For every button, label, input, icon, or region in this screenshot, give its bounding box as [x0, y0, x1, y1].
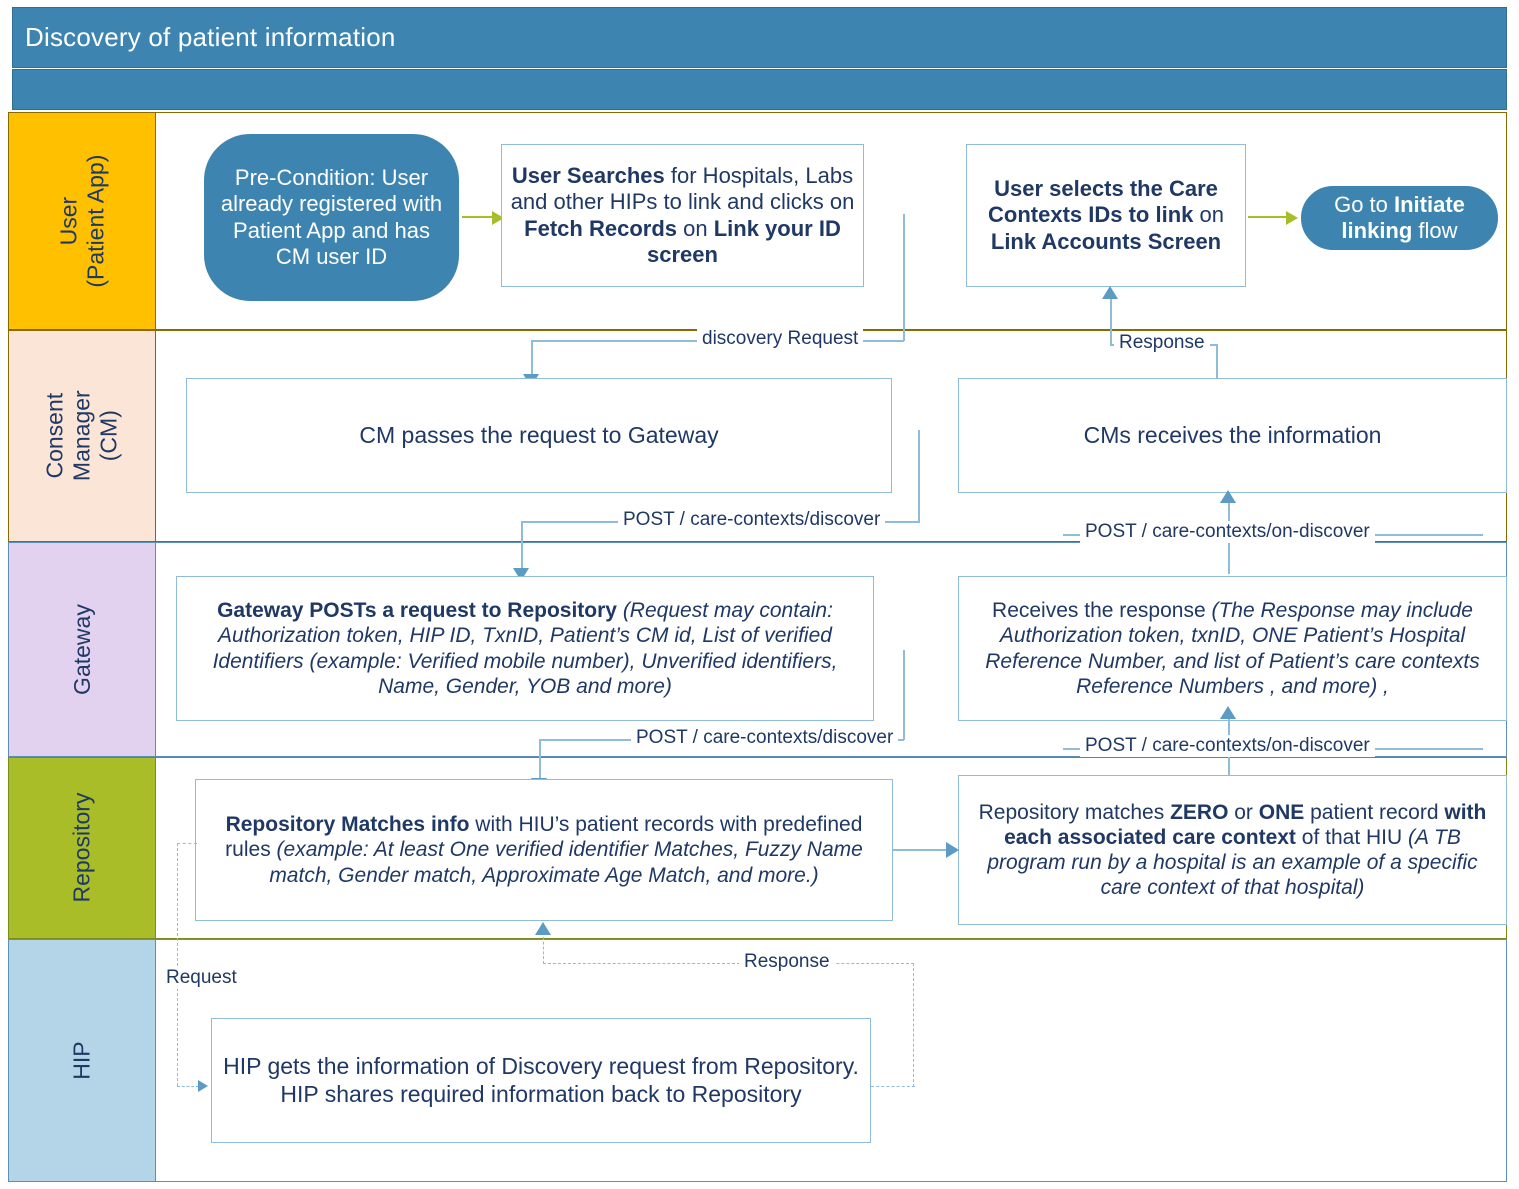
node-user-selects-bold1: User selects the Care Contexts IDs to li…: [988, 175, 1218, 228]
node-repo-matches-italic: (example: At least One verified identifi…: [269, 838, 863, 887]
connector-label-post-discover-gw: POST / care-contexts/discover: [631, 727, 899, 749]
node-gateway-posts-bold: Gateway POSTs a request to Repository: [217, 599, 617, 623]
arrowhead-response-top-icon: [1102, 286, 1118, 299]
node-user-searches: User Searches for Hospitals, Labs and ot…: [501, 144, 864, 287]
lane-label-gateway-text: Gateway: [68, 604, 95, 695]
node-goto-initiate-linking: Go to Initiate linking flow: [1301, 186, 1498, 250]
lane-label-cm: Consent Manager (CM): [8, 330, 156, 542]
connector-post-discover-cm-v2: [521, 521, 523, 574]
node-repo-matches-bold: Repository Matches info: [225, 813, 470, 837]
connector-response-top-v1: [1110, 295, 1112, 345]
connector-label-post-discover-cm: POST / care-contexts/discover: [618, 509, 886, 531]
swimlane-diagram: Discovery of patient information User (P…: [0, 0, 1519, 1189]
node-user-selects-bold2: Link Accounts Screen: [990, 228, 1222, 254]
connector-precondition-to-search: [462, 216, 494, 218]
diagram-subheader-bar: [12, 69, 1507, 110]
connector-label-post-on-discover-gw: POST / care-contexts/on-discover: [1080, 735, 1375, 757]
node-gateway-receives-text: Receives the response: [992, 599, 1206, 623]
arrowhead-post-on-discover-gw-icon: [1220, 706, 1236, 719]
node-hip-gets-information: HIP gets the information of Discovery re…: [211, 1018, 871, 1143]
lane-label-cm-text: Consent Manager (CM): [41, 390, 122, 482]
connector-selects-to-linking: [1248, 216, 1288, 218]
arrowhead-response-dashed-icon: [535, 922, 551, 935]
node-repo-zeroone-t1: Repository matches: [978, 800, 1171, 824]
node-user-selects-text1: on: [1193, 202, 1224, 228]
connector-discovery-req-v1: [903, 214, 905, 341]
connector-request-dashed-v: [177, 843, 178, 1086]
connector-post-discover-cm-v1: [918, 430, 920, 523]
lane-label-gateway: Gateway: [8, 542, 156, 757]
lane-label-repository-text: Repository: [68, 793, 95, 903]
node-repo-zeroone-t3: patient record: [1304, 800, 1445, 824]
page-title: Discovery of patient information: [25, 22, 396, 52]
connector-response-dashed-v: [913, 963, 914, 1087]
node-cm-receives-info: CMs receives the information: [958, 378, 1507, 493]
node-goto-linking-text1: Go to: [1334, 191, 1394, 217]
node-user-selects-care-contexts: User selects the Care Contexts IDs to li…: [966, 144, 1246, 287]
arrowhead-selects-to-linking-icon: [1286, 211, 1298, 225]
lane-label-hip-text: HIP: [68, 1041, 95, 1080]
connector-response-top-v2: [1216, 344, 1218, 380]
connector-label-response-hip: Response: [739, 951, 835, 973]
node-user-searches-bold2: Fetch Records: [524, 215, 677, 241]
connector-response-dashed-h1: [871, 1086, 915, 1087]
connector-request-dashed-h1: [177, 843, 197, 844]
node-repository-matches-info: Repository Matches info with HIU’s patie…: [195, 779, 893, 921]
node-repo-zeroone-b2: ONE: [1258, 800, 1305, 824]
connector-label-discovery-request: discovery Request: [697, 328, 864, 350]
connector-response-dashed-h2: [543, 963, 914, 964]
arrowhead-request-dashed-icon: [198, 1080, 208, 1092]
lane-label-hip: HIP: [8, 939, 156, 1182]
node-repo-zeroone-b1: ZERO: [1170, 800, 1229, 824]
connector-label-response-top: Response: [1114, 332, 1210, 354]
node-repo-zeroone-t4: of that HIU: [1295, 825, 1408, 849]
node-repository-matches-zero-one: Repository matches ZERO or ONE patient r…: [958, 775, 1507, 925]
node-precondition: Pre-Condition: User already registered w…: [204, 134, 459, 301]
connector-label-post-on-discover-cm: POST / care-contexts/on-discover: [1080, 521, 1375, 543]
connector-repo1-to-repo2: [893, 849, 948, 851]
node-cm-passes-request: CM passes the request to Gateway: [186, 378, 892, 493]
arrowhead-post-on-discover-cm-icon: [1220, 490, 1236, 503]
node-repo-zeroone-t2: or: [1228, 800, 1259, 824]
connector-request-dashed-h2: [177, 1086, 199, 1087]
lane-label-user: User (Patient App): [8, 112, 156, 330]
lane-label-user-text: User (Patient App): [54, 154, 108, 288]
node-goto-linking-text2: flow: [1412, 218, 1458, 243]
node-gateway-receives-response: Receives the response (The Response may …: [958, 576, 1507, 721]
connector-response-dashed-v2: [543, 932, 544, 964]
connector-label-request-hip: Request: [161, 967, 242, 989]
arrowhead-repo1-to-repo2-icon: [946, 842, 959, 858]
diagram-title-bar: Discovery of patient information: [12, 7, 1507, 68]
node-user-searches-bold1: User Searches: [511, 162, 665, 188]
lane-label-repository: Repository: [8, 757, 156, 939]
node-gateway-posts-request: Gateway POSTs a request to Repository (R…: [176, 576, 874, 721]
node-user-searches-text2: on: [677, 215, 714, 241]
connector-post-discover-gw-v1: [903, 650, 905, 740]
